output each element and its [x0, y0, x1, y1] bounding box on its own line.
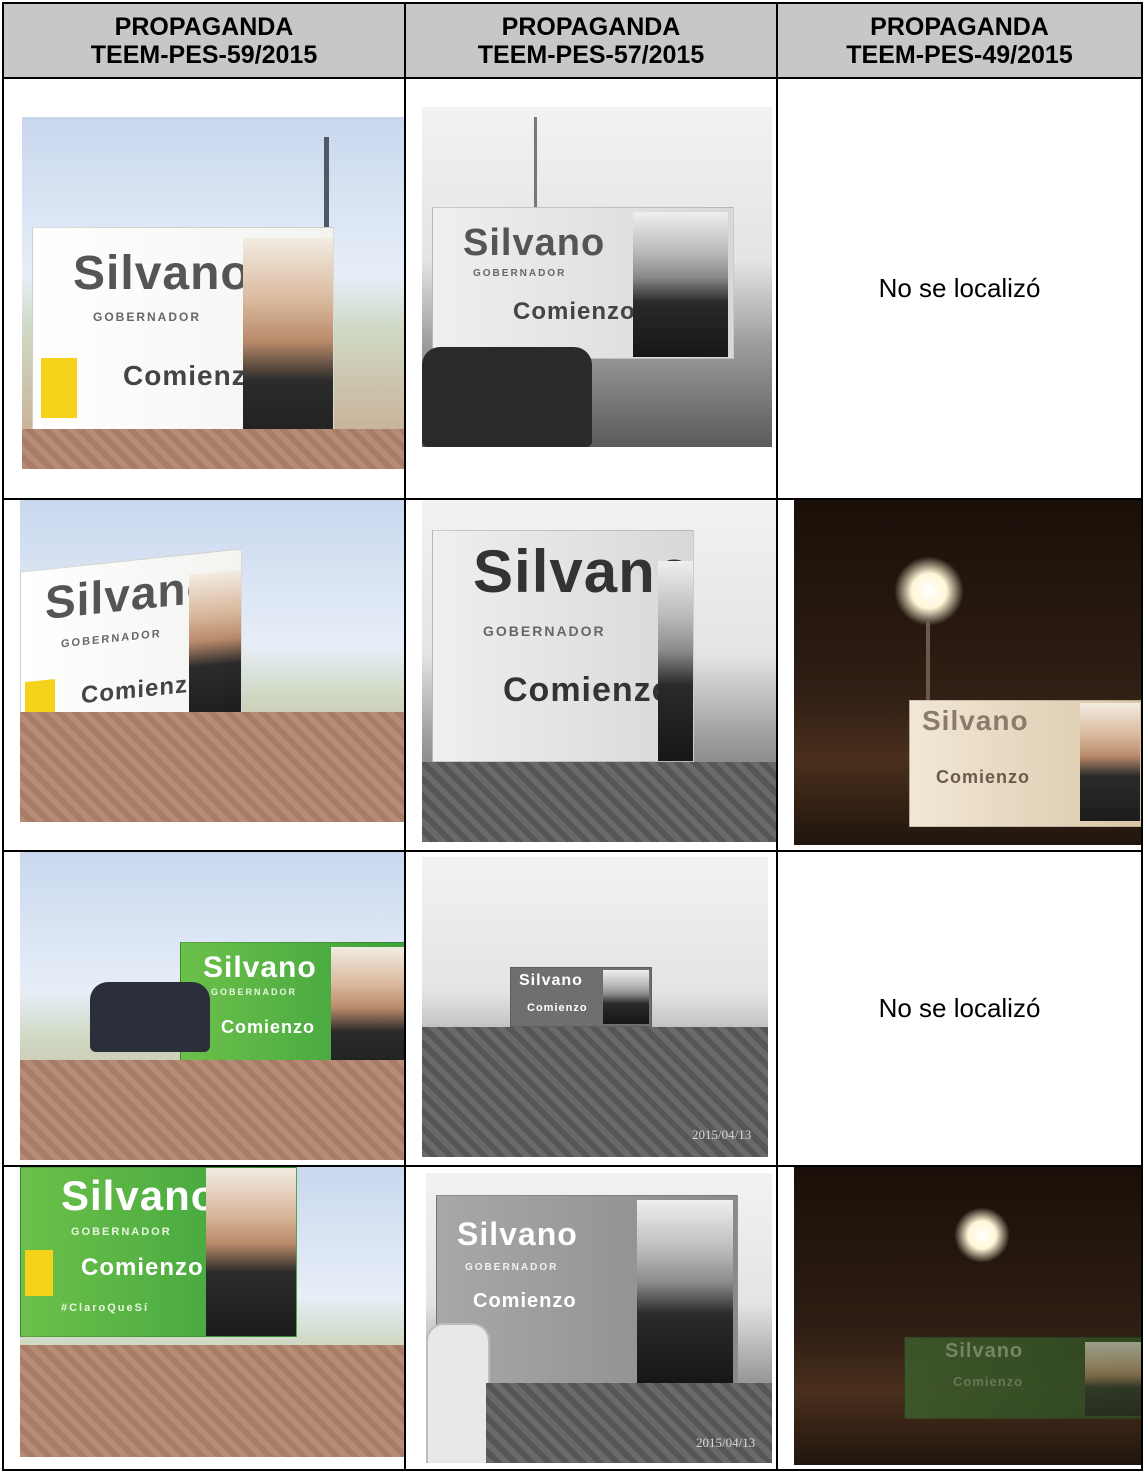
billboard: Silvano Comienzo: [904, 1337, 1140, 1419]
photo-date-stamp: 2015/04/13: [696, 1435, 756, 1450]
header-cell-1: PROPAGANDA TEEM-PES-59/2015: [2, 2, 406, 79]
header-2-line1: PROPAGANDA: [501, 12, 681, 41]
candidate-portrait: [603, 970, 649, 1024]
billboard-slogan: Comienzo: [81, 1254, 204, 1281]
photo-cell-57-3: Silvano Comienzo 2015/04/13: [404, 850, 778, 1167]
billboard-photo: Silvano Comienzo 2015/04/13: [422, 857, 768, 1157]
billboard-photo: Silvano GOBERNADOR Comienzo: [422, 501, 775, 842]
not-found-text: No se localizó: [878, 993, 1041, 1023]
pavement: [422, 762, 775, 842]
billboard: Silvano GOBERNADOR Comienzo: [432, 207, 734, 359]
candidate-portrait: [658, 561, 693, 761]
billboard-photo: Silvano GOBERNADOR Comienzo #ClaroQueSí: [22, 117, 403, 469]
billboard-slogan: Comienzo: [221, 1017, 316, 1037]
photo-cell-59-4: Silvano GOBERNADOR Comienzo #ClaroQueSí: [2, 1165, 406, 1471]
photo-date-stamp: 2015/04/13: [692, 1127, 752, 1142]
photo-cell-59-3: Silvano GOBERNADOR Comienzo: [2, 850, 406, 1167]
table-row: Silvano GOBERNADOR Comienzo Silvano Comi…: [2, 850, 1143, 1167]
billboard-slogan: Comienzo: [953, 1374, 1024, 1389]
billboard: Silvano Comienzo: [510, 967, 652, 1027]
photo-cell-59-2: Silvano GOBERNADOR Comienzo: [2, 498, 406, 852]
not-found-cell: No se localizó: [776, 77, 1143, 500]
billboard-name: Silvano: [61, 1172, 218, 1219]
header-2-line2: TEEM-PES-57/2015: [477, 40, 705, 69]
candidate-portrait: [633, 212, 728, 357]
document-page: PROPAGANDA TEEM-PES-59/2015 PROPAGANDA T…: [0, 0, 1143, 1481]
billboard: Silvano GOBERNADOR Comienzo #ClaroQueSí: [20, 1168, 297, 1337]
table-row: Silvano GOBERNADOR Comienzo #ClaroQueSí …: [2, 77, 1143, 500]
billboard-hashtag: #ClaroQueSí: [61, 1302, 150, 1314]
parked-car: [422, 347, 592, 447]
parked-car: [90, 982, 210, 1052]
billboard-photo: Silvano GOBERNADOR Comienzo 2015/04/13: [426, 1173, 772, 1463]
photo-cell-59-1: Silvano GOBERNADOR Comienzo #ClaroQueSí: [2, 77, 406, 500]
party-logo: [25, 1250, 53, 1296]
billboard: Silvano GOBERNADOR Comienzo: [432, 530, 694, 762]
billboard-slogan: Comienzo: [503, 671, 674, 709]
candidate-portrait: [637, 1200, 733, 1384]
billboard-name: Silvano: [203, 951, 317, 984]
table-row: Silvano GOBERNADOR Comienzo #ClaroQueSí …: [2, 1165, 1143, 1471]
billboard-photo: Silvano GOBERNADOR Comienzo: [422, 107, 772, 447]
billboard-subtitle: GOBERNADOR: [473, 268, 567, 279]
billboard-photo: Silvano GOBERNADOR Comienzo #ClaroQueSí: [20, 1168, 403, 1457]
header-row: PROPAGANDA TEEM-PES-59/2015 PROPAGANDA T…: [2, 2, 1143, 79]
photo-cell-49-2: Silvano Comienzo: [776, 498, 1143, 852]
light-pole: [926, 620, 930, 700]
header-cell-2: PROPAGANDA TEEM-PES-57/2015: [404, 2, 778, 79]
party-logo: [41, 358, 77, 418]
not-found-cell: No se localizó: [776, 850, 1143, 1167]
header-3-line1: PROPAGANDA: [870, 12, 1049, 41]
billboard-photo: Silvano GOBERNADOR Comienzo: [20, 853, 403, 1160]
candidate-portrait: [1080, 703, 1140, 821]
photo-cell-57-2: Silvano GOBERNADOR Comienzo: [404, 498, 778, 852]
candidate-portrait: [1085, 1342, 1140, 1416]
billboard-subtitle: GOBERNADOR: [61, 627, 162, 651]
photo-cell-57-4: Silvano GOBERNADOR Comienzo 2015/04/13: [404, 1165, 778, 1471]
billboard-name: Silvano: [519, 972, 583, 989]
candidate-portrait: [189, 569, 241, 725]
header-1-line1: PROPAGANDA: [114, 12, 294, 41]
billboard-slogan: Comienzo: [936, 767, 1031, 787]
billboard-subtitle: GOBERNADOR: [483, 623, 606, 639]
billboard-slogan: Comienzo: [473, 1290, 577, 1312]
photo-cell-49-4: Silvano Comienzo: [776, 1165, 1143, 1471]
billboard-slogan: Comienzo: [513, 298, 636, 325]
parked-car: [426, 1323, 490, 1463]
billboard-name: Silvano: [922, 705, 1029, 736]
pavement: [20, 712, 403, 822]
photo-cell-57-1: Silvano GOBERNADOR Comienzo: [404, 77, 778, 500]
billboard-slogan: Comienzo: [527, 1002, 588, 1014]
billboard-photo-night: Silvano Comienzo: [794, 501, 1140, 845]
billboard-name: Silvano: [463, 222, 606, 264]
billboard: Silvano Comienzo: [909, 700, 1140, 827]
billboard-subtitle: GOBERNADOR: [211, 987, 298, 997]
billboard-name: Silvano: [73, 247, 251, 300]
pavement: [20, 1345, 403, 1457]
pavement: [486, 1383, 772, 1463]
candidate-portrait: [206, 1168, 296, 1336]
billboard-photo: Silvano GOBERNADOR Comienzo: [20, 501, 403, 822]
evidence-table: PROPAGANDA TEEM-PES-59/2015 PROPAGANDA T…: [2, 2, 1143, 1471]
pavement: [22, 429, 403, 469]
billboard-subtitle: GOBERNADOR: [465, 1262, 559, 1273]
header-cell-3: PROPAGANDA TEEM-PES-49/2015: [776, 2, 1143, 79]
header-3-line2: TEEM-PES-49/2015: [846, 40, 1073, 69]
table-row: Silvano GOBERNADOR Comienzo Silvano GOBE…: [2, 498, 1143, 852]
billboard-name: Silvano: [457, 1216, 578, 1252]
billboard-slogan: Comienzo: [81, 669, 204, 710]
not-found-text: No se localizó: [878, 273, 1041, 303]
billboard-subtitle: GOBERNADOR: [71, 1226, 172, 1238]
pavement: [20, 1060, 403, 1160]
header-1-line2: TEEM-PES-59/2015: [90, 40, 318, 69]
street-lamp: [894, 556, 964, 626]
billboard-subtitle: GOBERNADOR: [93, 310, 202, 324]
billboard-name: Silvano: [945, 1340, 1024, 1362]
billboard-photo-night: Silvano Comienzo: [794, 1168, 1140, 1465]
street-lamp: [954, 1207, 1010, 1263]
